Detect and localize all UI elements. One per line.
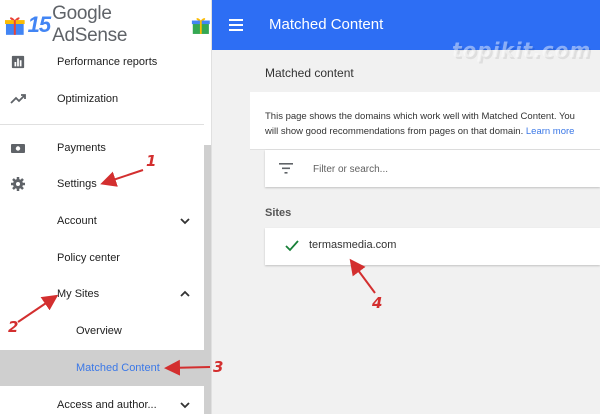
- sidebar-item-settings[interactable]: Settings: [0, 166, 204, 202]
- chevron-down-icon: [180, 402, 190, 409]
- sidebar-item-payments[interactable]: Payments: [0, 130, 204, 166]
- sidebar-item-label: Policy center: [57, 252, 120, 264]
- learn-more-link[interactable]: Learn more: [526, 126, 575, 137]
- sidebar-item-label: Access and author...: [57, 399, 157, 411]
- description-text: This page shows the domains which work w…: [265, 109, 600, 139]
- annotation-arrow-4: [349, 258, 376, 294]
- sidebar-item-matched-content[interactable]: Matched Content: [0, 350, 204, 386]
- description-panel: This page shows the domains which work w…: [250, 92, 600, 150]
- section-title: Matched content: [265, 66, 354, 80]
- sidebar-scrollbar[interactable]: [204, 145, 211, 414]
- sidebar-item-policy-center[interactable]: Policy center: [0, 240, 204, 276]
- sidebar-item-account[interactable]: Account: [0, 203, 204, 239]
- sidebar-divider: [0, 124, 204, 125]
- gift-icon: [192, 18, 211, 34]
- site-row[interactable]: termasmedia.com: [265, 228, 600, 265]
- sidebar-item-label: Settings: [57, 178, 97, 190]
- annotation-label-2: 2: [8, 318, 19, 336]
- gift-icon: [4, 17, 25, 35]
- annotation-label-4: 4: [372, 294, 383, 312]
- chevron-up-icon: [180, 290, 190, 297]
- chevron-down-icon: [180, 218, 190, 225]
- menu-icon[interactable]: [229, 19, 243, 31]
- sidebar-item-overview[interactable]: Overview: [0, 313, 204, 349]
- sidebar-item-my-sites[interactable]: My Sites: [0, 276, 204, 312]
- gear-icon: [10, 176, 26, 192]
- filter-icon[interactable]: [279, 163, 293, 174]
- sidebar-item-label: Performance reports: [57, 56, 158, 68]
- sidebar-item-label: Matched Content: [76, 362, 160, 374]
- site-domain: termasmedia.com: [309, 239, 397, 251]
- sidebar-item-label: My Sites: [57, 288, 100, 300]
- description-line-1: This page shows the domains which work w…: [265, 111, 575, 122]
- watermark: topikit.com: [452, 38, 592, 62]
- search-input[interactable]: [313, 160, 583, 178]
- sidebar-item-label: Account: [57, 215, 97, 227]
- bar-chart-icon: [10, 54, 26, 70]
- sidebar-item-optimization[interactable]: Optimization: [0, 81, 204, 117]
- trending-up-icon: [10, 91, 26, 107]
- annotation-label-3: 3: [213, 358, 224, 376]
- logo-anniversary-number: 15: [27, 12, 52, 37]
- description-line-2: will show good recommendations from page…: [265, 126, 524, 137]
- sidebar-item-access-and-authorization[interactable]: Access and author...: [0, 387, 204, 414]
- payments-icon: [10, 140, 26, 156]
- sidebar-item-label: Optimization: [57, 93, 119, 105]
- sidebar-item-performance-reports[interactable]: Performance reports: [0, 44, 204, 80]
- annotation-label-1: 1: [146, 152, 157, 170]
- page-title: Matched Content: [269, 16, 384, 33]
- sidebar-item-label: Overview: [76, 325, 122, 337]
- logo-text: Google AdSense: [52, 3, 128, 46]
- adsense-logo[interactable]: 15 Google AdSense: [0, 0, 211, 50]
- filter-search-bar: [265, 150, 600, 187]
- sites-heading: Sites: [265, 207, 292, 219]
- check-icon: [285, 240, 299, 252]
- sidebar: 15 Google AdSense Performance reports Op…: [0, 0, 212, 414]
- sidebar-item-label: Payments: [57, 142, 106, 154]
